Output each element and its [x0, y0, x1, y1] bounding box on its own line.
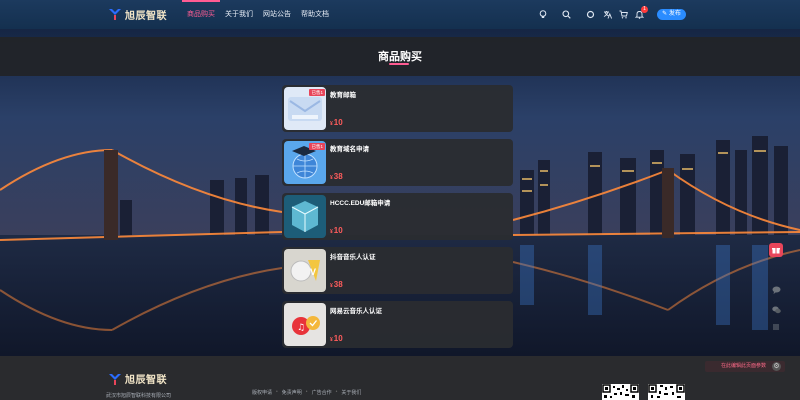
footer-link-disclaimer[interactable]: 免责声明	[282, 389, 302, 396]
product-price: ¥38	[330, 280, 343, 289]
nav-item-about[interactable]: 关于我们	[220, 0, 258, 29]
logo-icon	[109, 373, 121, 385]
product-thumbnail	[284, 195, 326, 238]
svg-text:♫: ♫	[297, 323, 305, 333]
gift-icon[interactable]	[769, 243, 783, 257]
product-name: 教育域名申请	[330, 146, 369, 153]
cart-icon[interactable]	[617, 8, 629, 20]
search-icon[interactable]	[560, 8, 572, 20]
main-nav: 商品购买 关于我们 网站公告 帮助文档	[182, 0, 334, 29]
title-underline	[389, 63, 409, 65]
footer-logo-text: 旭辰智联	[125, 375, 167, 386]
logo-text: 旭辰智联	[125, 10, 167, 22]
product-thumbnail: 已售1	[284, 141, 326, 184]
product-price: ¥10	[330, 334, 343, 343]
product-price: ¥38	[330, 172, 343, 181]
site-logo[interactable]: 旭辰智联	[108, 6, 167, 22]
sold-badge: 已售1	[309, 143, 325, 150]
footer-link-ads[interactable]: 广告合作	[312, 389, 332, 396]
publish-button[interactable]: ✎ 发布	[657, 9, 686, 20]
product-card-edu-domain[interactable]: 已售1 教育域名申请 ¥38	[282, 139, 513, 186]
top-header: 旭辰智联 商品购买 关于我们 网站公告 帮助文档 1 ✎ 发布	[0, 0, 800, 29]
product-price: ¥10	[330, 226, 343, 235]
footer-logo[interactable]: 旭辰智联	[108, 371, 167, 386]
theme-icon[interactable]	[584, 8, 596, 20]
footer-company: 武汉市旭辰智联科技有限公司	[106, 393, 172, 399]
qr-code	[602, 384, 639, 400]
logo-icon	[109, 9, 121, 20]
product-name: 教育邮箱	[330, 92, 356, 99]
product-name: 网易云音乐人认证	[330, 308, 382, 315]
separator: •	[305, 389, 308, 395]
wechat-icon[interactable]	[769, 303, 783, 317]
notification-badge: 1	[641, 6, 648, 13]
product-card-douyin-musician[interactable]: V 抖音音乐人认证 ¥38	[282, 247, 513, 294]
product-card-edu-email[interactable]: 已售1 教育邮箱 ¥10	[282, 85, 513, 132]
qr-code	[648, 384, 685, 400]
pencil-icon: ✎	[662, 11, 668, 17]
footer-links: 版权申请 • 免责声明 • 广告合作 • 关于我们	[252, 389, 361, 396]
product-name: 抖音音乐人认证	[330, 254, 376, 261]
separator: •	[276, 389, 278, 395]
menu-icon[interactable]	[769, 320, 783, 334]
footer-link-copyright[interactable]: 版权申请	[252, 389, 272, 396]
chat-icon[interactable]	[769, 283, 783, 297]
lightbulb-icon[interactable]	[537, 8, 549, 20]
sold-badge: 已售1	[309, 89, 325, 96]
product-name: HCCC.EDU邮箱申请	[330, 200, 391, 207]
product-thumbnail: 已售1	[284, 87, 326, 130]
page-title: 商品购买	[378, 51, 422, 63]
footer-link-about[interactable]: 关于我们	[341, 389, 361, 396]
nav-item-announcements[interactable]: 网站公告	[258, 0, 296, 29]
product-card-hccc-email[interactable]: HCCC.EDU邮箱申请 ¥10	[282, 193, 513, 240]
product-price: ¥10	[330, 118, 343, 127]
publish-label: 发布	[668, 11, 681, 17]
product-thumbnail: V	[284, 249, 326, 292]
separator: •	[335, 389, 338, 395]
product-card-netease-musician[interactable]: ♫ 网易云音乐人认证 ¥10	[282, 301, 513, 348]
svg-text:V: V	[310, 267, 316, 277]
gear-icon[interactable]: ⚙	[772, 362, 781, 371]
translate-icon[interactable]	[601, 8, 613, 20]
product-thumbnail: ♫	[284, 303, 326, 346]
nav-item-shop[interactable]: 商品购买	[182, 0, 220, 29]
nav-item-help[interactable]: 帮助文档	[296, 0, 334, 29]
